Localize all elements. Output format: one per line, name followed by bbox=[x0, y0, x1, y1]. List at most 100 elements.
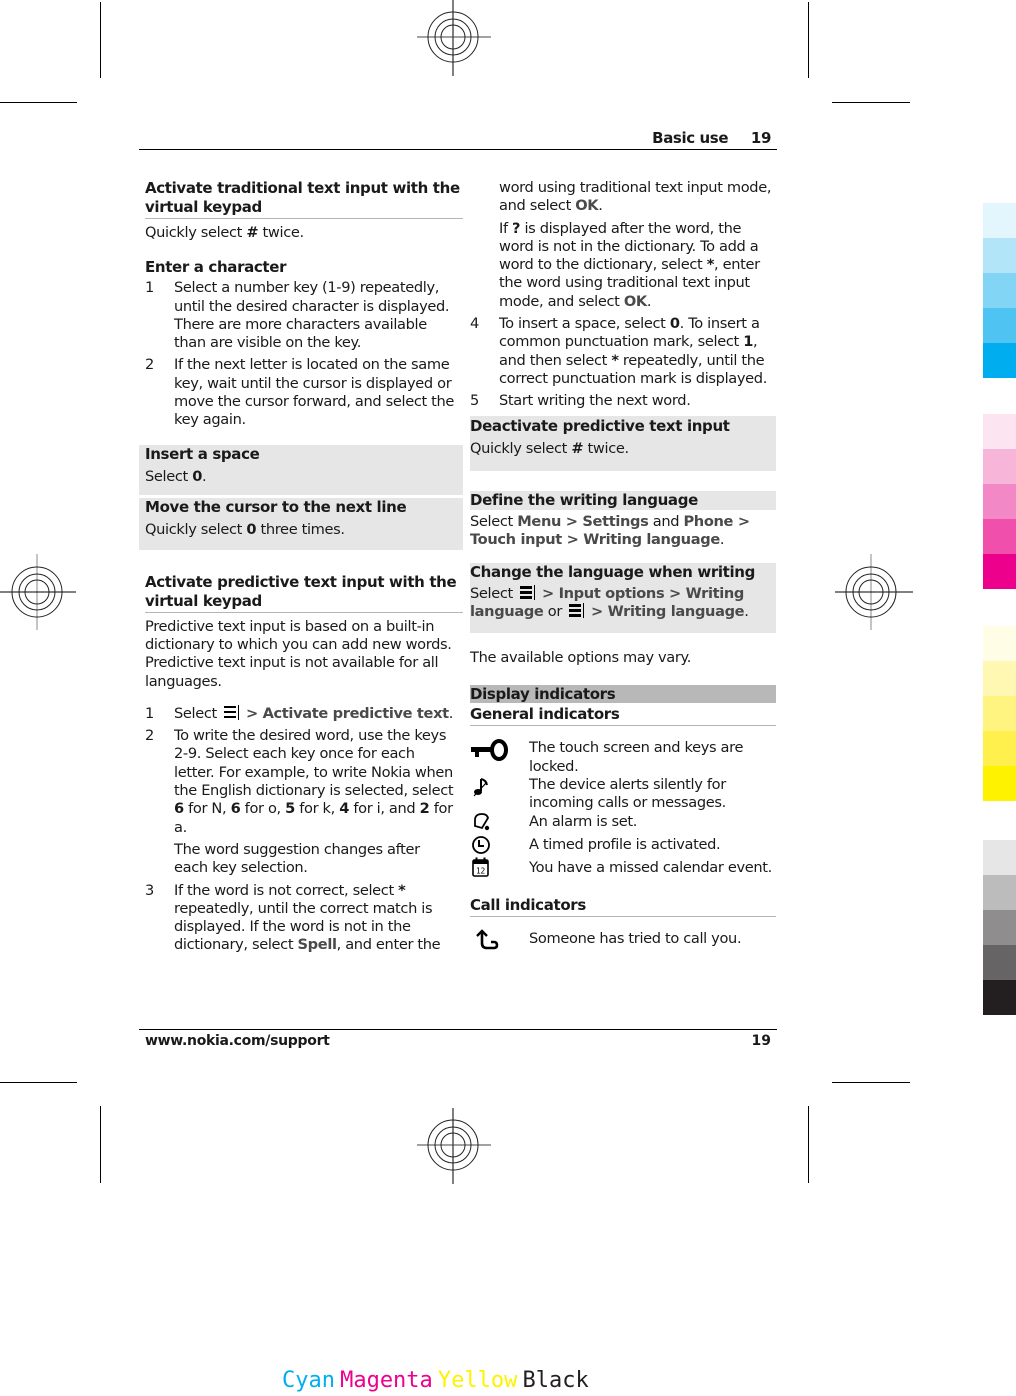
footer-url[interactable]: www.nokia.com/support bbox=[145, 1033, 330, 1049]
crop-mark-bottom-left-horizontal bbox=[0, 1082, 77, 1083]
missed-call-icon bbox=[476, 928, 499, 949]
key-lock-icon bbox=[471, 739, 508, 762]
options-note: The available options may vary. bbox=[470, 649, 692, 667]
section-enter-character: Enter a character 1 Select a number key … bbox=[145, 258, 457, 429]
step-item: 1 Select > Activate predictive text. bbox=[145, 704, 454, 722]
step-text: If the next letter is located on the sam… bbox=[174, 356, 455, 429]
step-number: 3 bbox=[145, 881, 154, 899]
step-number: 1 bbox=[145, 279, 154, 297]
color-swatch-yellow-5 bbox=[983, 766, 1016, 801]
color-bar-cyan bbox=[983, 203, 1016, 378]
section-body: Select Menu > Settings and Phone > Touch… bbox=[470, 512, 750, 548]
step-number: 2 bbox=[145, 727, 154, 745]
label-cyan: Cyan bbox=[282, 1368, 335, 1393]
color-swatch-cyan-1 bbox=[983, 203, 1016, 238]
step-text: Start writing the next word. bbox=[499, 392, 691, 410]
step-item: 5 Start writing the next word. bbox=[470, 392, 776, 410]
label-yellow: Yellow bbox=[437, 1368, 518, 1393]
calendar-icon-day: 12 bbox=[476, 867, 485, 876]
tip-box-deactivate-predictive: Deactivate predictive text input Quickly… bbox=[470, 415, 776, 471]
tip-title: Deactivate predictive text input bbox=[470, 416, 730, 435]
color-bar-magenta bbox=[983, 414, 1016, 589]
option-spell: Spell bbox=[297, 936, 337, 954]
menu-path-menu: Menu bbox=[517, 512, 562, 530]
right-column: word using traditional text input mode, … bbox=[470, 179, 776, 949]
tip-body: Select 0. bbox=[145, 467, 207, 485]
crop-mark-top-right-horizontal bbox=[832, 102, 910, 103]
silent-alert-icon bbox=[473, 778, 488, 797]
running-header: Basic use 19 bbox=[139, 128, 777, 150]
tip-title: Change the language when writing bbox=[470, 563, 756, 582]
indicator-description: The device alerts silently for incoming … bbox=[529, 776, 726, 812]
crop-mark-bottom-right-horizontal bbox=[832, 1082, 910, 1083]
step3-continuation: word using traditional text input mode, … bbox=[499, 179, 772, 215]
section-title: General indicators bbox=[470, 705, 776, 727]
step-note: The word suggestion changes after each k… bbox=[174, 840, 420, 877]
menu-path-phone: Phone bbox=[683, 512, 734, 530]
color-swatch-yellow-1 bbox=[983, 626, 1016, 661]
footer-page-number: 19 bbox=[751, 1033, 771, 1049]
color-bar-yellow bbox=[983, 626, 1016, 801]
indicator-description: The touch screen and keys are locked. bbox=[529, 739, 744, 775]
crop-mark-top-right-vertical bbox=[808, 2, 809, 78]
indicator-description: A timed profile is activated. bbox=[529, 835, 721, 853]
color-swatch-cyan-5 bbox=[983, 343, 1016, 378]
key-hash: # bbox=[246, 224, 259, 241]
color-swatch-black-5 bbox=[983, 980, 1016, 1015]
crop-mark-bottom-left-vertical bbox=[100, 1106, 101, 1183]
body-text: Quickly select # twice. bbox=[145, 224, 304, 241]
running-footer: www.nokia.com/support 19 bbox=[139, 1029, 777, 1049]
color-swatch-black-3 bbox=[983, 910, 1016, 945]
step-item: 2 To write the desired word, use the key… bbox=[145, 727, 457, 877]
cmyk-color-label: Cyan Magenta Yellow Black bbox=[282, 1368, 589, 1393]
crop-mark-bottom-right-vertical bbox=[808, 1106, 809, 1183]
indicator-row: The touch screen and keys are locked. bbox=[470, 739, 776, 776]
calendar-icon: 12 bbox=[472, 857, 489, 878]
key-zero: 0 bbox=[246, 520, 257, 538]
section-traditional-input: Activate traditional text input with the… bbox=[145, 179, 463, 242]
menu-path-settings: Settings bbox=[582, 512, 649, 530]
chapter-title: Display indicators bbox=[470, 685, 776, 704]
section-title: Activate traditional text input with the… bbox=[145, 179, 463, 219]
label-magenta: Magenta bbox=[340, 1368, 433, 1393]
indicator-row: Someone has tried to call you. bbox=[470, 928, 776, 949]
color-swatch-magenta-5 bbox=[983, 554, 1016, 589]
indicator-row: The device alerts silently for incoming … bbox=[470, 776, 776, 813]
tip-box-insert-space: Insert a space Select 0. bbox=[139, 444, 463, 495]
menu-path-input-options: Input options bbox=[558, 585, 665, 603]
color-swatch-magenta-3 bbox=[983, 484, 1016, 519]
label-black: Black bbox=[522, 1368, 589, 1393]
tip-body: Quickly select 0 three times. bbox=[145, 520, 345, 538]
step-number: 1 bbox=[145, 704, 154, 722]
step-item: 1 Select a number key (1-9) repeatedly, … bbox=[145, 279, 457, 352]
color-bar-black bbox=[983, 840, 1016, 1015]
tip-title: Insert a space bbox=[145, 444, 260, 463]
key-zero: 0 bbox=[192, 467, 203, 485]
color-swatch-magenta-4 bbox=[983, 519, 1016, 554]
option-ok: OK bbox=[623, 292, 647, 310]
step-item: 2 If the next letter is located on the s… bbox=[145, 356, 457, 429]
step-item: 4 To insert a space, select 0. To insert… bbox=[470, 315, 767, 387]
step-number: 4 bbox=[470, 315, 479, 333]
general-indicator-list: The touch screen and keys are locked. Th… bbox=[470, 739, 776, 878]
section-title: Activate predictive text input with the … bbox=[145, 573, 463, 613]
color-swatch-cyan-3 bbox=[983, 273, 1016, 308]
step-item: 3 If the word is not correct, select * r… bbox=[145, 881, 441, 954]
options-menu-icon bbox=[568, 603, 585, 619]
tip-body: Quickly select # twice. bbox=[470, 439, 629, 457]
crop-mark-top-left-vertical bbox=[100, 2, 101, 78]
section-title: Call indicators bbox=[470, 896, 776, 917]
menu-path-writing-language: Writing language bbox=[607, 603, 745, 621]
alarm-bell-icon bbox=[474, 812, 490, 830]
step3-note: If ? is displayed after the word, the wo… bbox=[499, 219, 760, 310]
left-column: Activate traditional text input with the… bbox=[139, 179, 463, 955]
color-swatch-yellow-3 bbox=[983, 696, 1016, 731]
indicator-description: Someone has tried to call you. bbox=[529, 929, 742, 947]
color-swatch-magenta-2 bbox=[983, 449, 1016, 484]
tip-box-change-language: Change the language when writing Select … bbox=[470, 563, 776, 634]
color-swatch-cyan-4 bbox=[983, 308, 1016, 343]
indicator-row: A timed profile is activated. bbox=[470, 836, 776, 854]
options-menu-icon bbox=[519, 585, 536, 601]
indicator-row: An alarm is set. bbox=[470, 813, 776, 831]
indicator-row: 12 You have a missed calendar event. bbox=[470, 857, 776, 878]
